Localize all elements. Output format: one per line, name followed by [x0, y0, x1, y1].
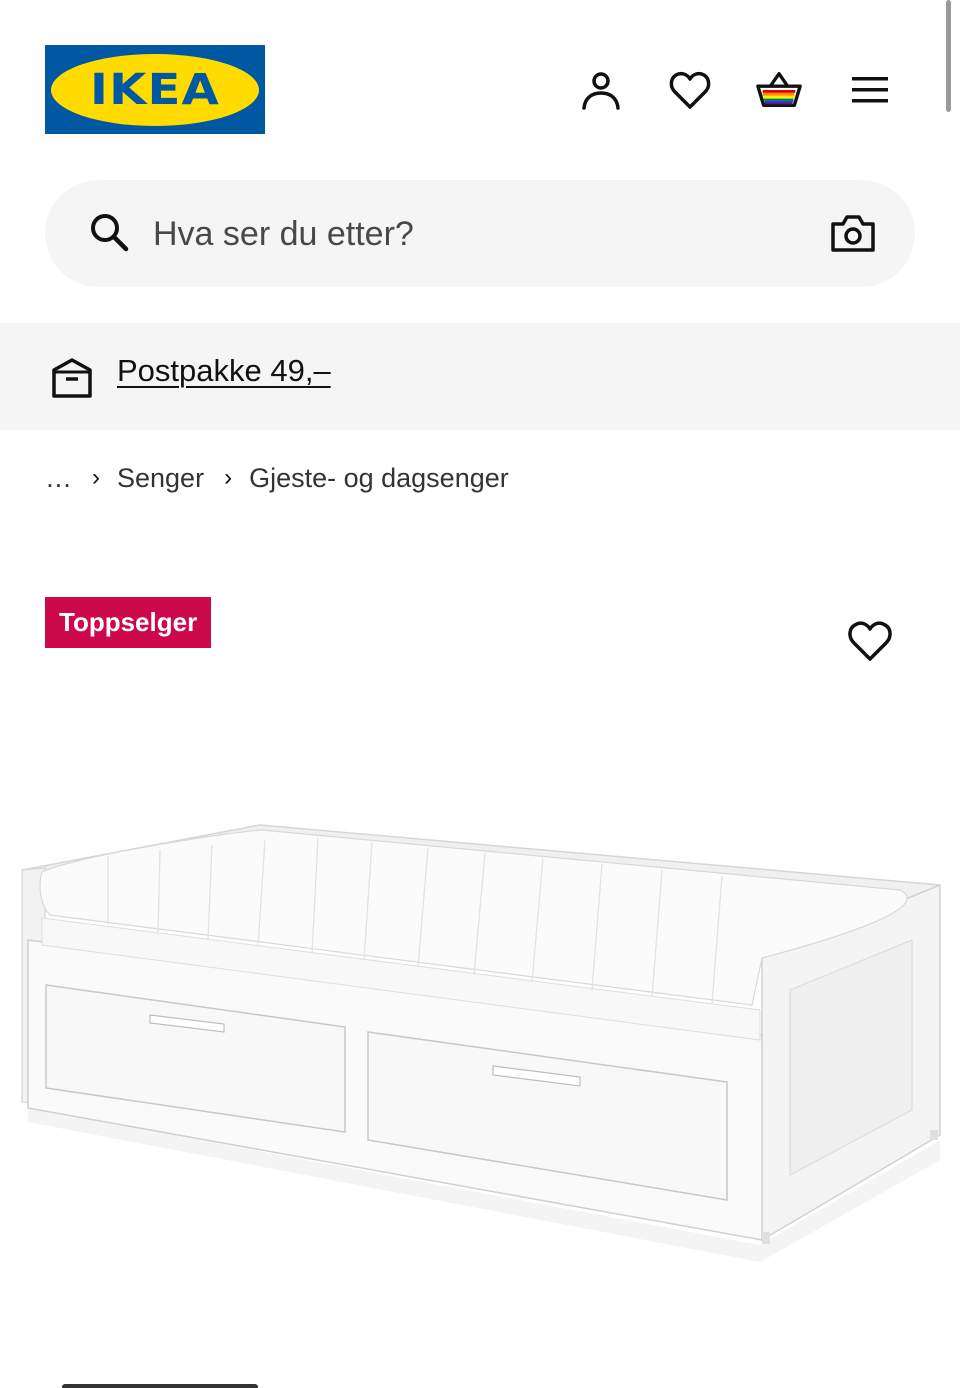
user-icon[interactable] — [577, 66, 625, 114]
camera-icon[interactable] — [829, 210, 877, 258]
product-image-daybed[interactable] — [0, 790, 960, 1270]
shopping-bag-icon[interactable] — [755, 66, 803, 114]
heart-icon[interactable] — [666, 66, 714, 114]
chevron-right-icon: › — [224, 464, 233, 491]
add-to-favourites-heart-icon[interactable] — [846, 617, 894, 665]
delivery-promo-banner: Postpakke 49,– — [0, 323, 960, 430]
parcel-box-icon — [52, 358, 92, 398]
scrollbar[interactable] — [946, 0, 951, 112]
breadcrumb: … › Senger › Gjeste- og dagsenger — [45, 458, 509, 498]
breadcrumb-senger[interactable]: Senger — [117, 463, 204, 494]
breadcrumb-gjeste-og-dagsenger[interactable]: Gjeste- og dagsenger — [249, 463, 509, 494]
search-icon[interactable] — [87, 210, 131, 254]
chevron-right-icon: › — [92, 464, 100, 491]
breadcrumb-more[interactable]: … — [45, 463, 72, 494]
menu-icon[interactable] — [846, 66, 894, 114]
site-header: IKEA — [0, 0, 960, 160]
logo-text: IKEA — [90, 64, 220, 115]
search-bar — [45, 180, 915, 287]
postpakke-link[interactable]: Postpakke 49,– — [117, 353, 331, 389]
ikea-logo[interactable]: IKEA — [45, 45, 265, 134]
toppselger-badge: Toppselger — [45, 597, 212, 648]
logo-oval: IKEA — [51, 53, 259, 126]
search-input[interactable] — [153, 206, 793, 262]
image-carousel-indicator[interactable] — [62, 1384, 258, 1388]
